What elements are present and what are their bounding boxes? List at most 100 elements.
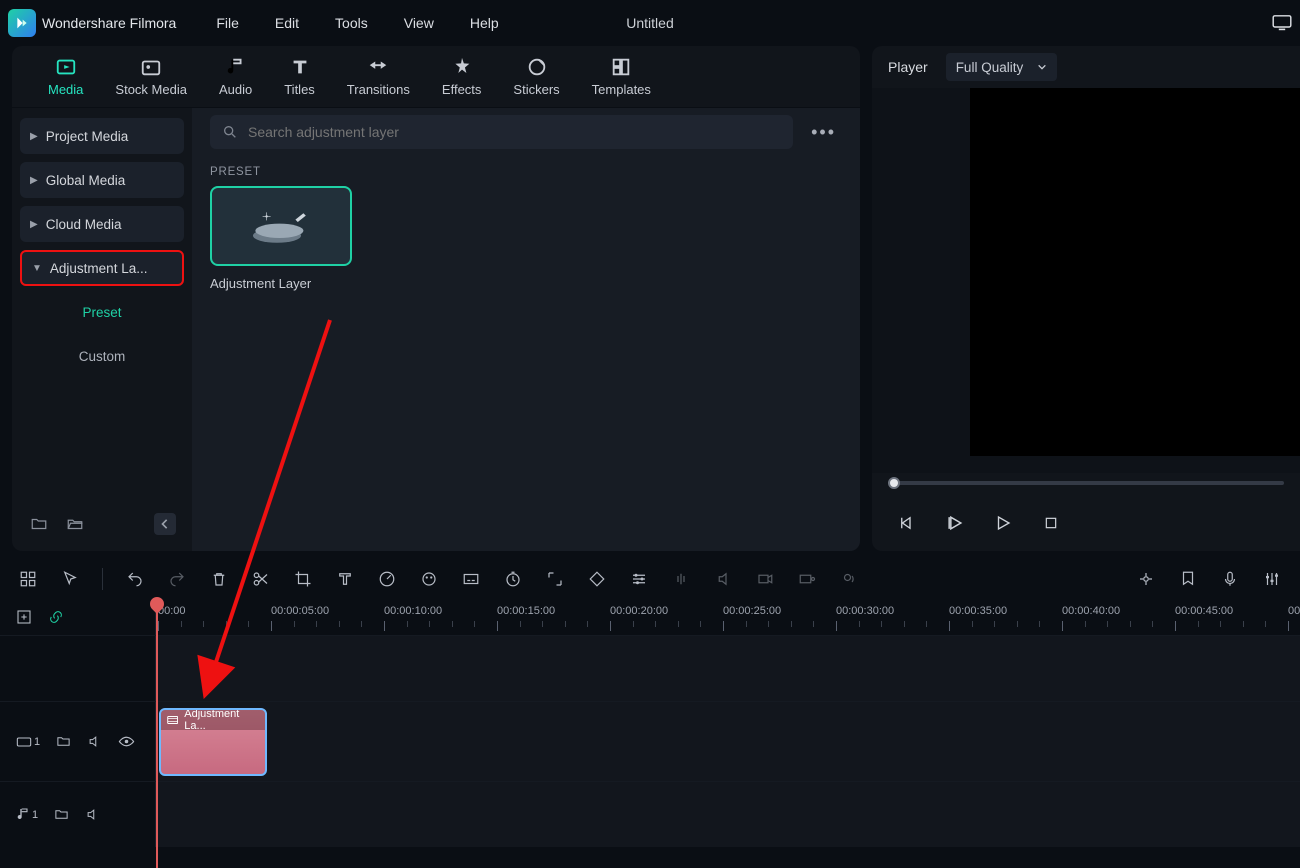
scrubber-head[interactable] [888,477,900,489]
sidebar-item-custom[interactable]: Custom [20,338,184,374]
quality-value: Full Quality [956,60,1024,75]
menu-view[interactable]: View [404,15,434,31]
audio-track-head: 1 [0,782,156,847]
timeline-track-audio[interactable]: 1 [0,781,1300,847]
sidebar-global-label: Global Media [46,173,126,188]
tab-effects[interactable]: Effects [428,56,496,97]
audio-wave-icon[interactable] [671,569,691,589]
sidebar-custom-label: Custom [79,349,126,364]
collapse-sidebar-button[interactable] [154,513,176,535]
tab-media-label: Media [48,82,83,97]
sidebar-project-label: Project Media [46,129,129,144]
playhead[interactable] [156,599,158,868]
ruler-tick: 00:00:25:00 [723,605,781,617]
sidebar-item-preset[interactable]: Preset [20,294,184,330]
more-options-icon[interactable]: ••• [805,122,842,143]
stop-button[interactable] [1040,512,1062,534]
delete-icon[interactable] [209,569,229,589]
mic-icon[interactable] [1220,569,1240,589]
pointer-tool-icon[interactable] [60,569,80,589]
ruler-tick: 00:00:5 [1288,605,1300,617]
sidebar-item-adjustment-layer[interactable]: ▼Adjustment La... [20,250,184,286]
preset-thumbnail[interactable] [210,186,352,266]
track-folder-icon[interactable] [56,734,71,749]
keyframe-icon[interactable] [587,569,607,589]
audio-mute-icon[interactable] [85,807,100,822]
step-back-button[interactable] [896,512,918,534]
search-box[interactable] [210,115,793,149]
display-toggle-icon[interactable] [1272,15,1292,31]
marker-icon[interactable] [1178,569,1198,589]
app-logo [8,9,36,37]
timeline-header-controls [0,599,156,635]
tab-stickers[interactable]: Stickers [499,56,573,97]
audio-folder-icon[interactable] [54,807,69,822]
detach-audio-icon[interactable] [713,569,733,589]
expand-icon[interactable] [545,569,565,589]
player-scrubber[interactable] [872,473,1300,495]
tab-stock-label: Stock Media [115,82,187,97]
crop-icon[interactable] [293,569,313,589]
timer-icon[interactable] [503,569,523,589]
undo-icon[interactable] [125,569,145,589]
color-icon[interactable] [419,569,439,589]
link-icon[interactable] [48,609,64,625]
timeline-clip-adjustment-layer[interactable]: Adjustment La... [159,708,267,776]
sidebar-item-project-media[interactable]: ▶Project Media [20,118,184,154]
new-folder-icon[interactable] [28,513,50,535]
document-title: Untitled [626,15,673,31]
menu-file[interactable]: File [216,15,239,31]
add-track-icon[interactable] [16,609,32,625]
audio-track-icon: 1 [16,807,38,823]
chevron-down-icon [1037,62,1047,72]
adjust-icon[interactable] [629,569,649,589]
voiceover-icon[interactable] [839,569,859,589]
mix-icon[interactable] [1136,569,1156,589]
player-controls [872,495,1300,551]
tab-media[interactable]: Media [34,56,97,97]
grid-icon[interactable] [18,569,38,589]
preset-card-adjustment-layer[interactable]: Adjustment Layer [210,186,352,291]
tab-transitions[interactable]: Transitions [333,56,424,97]
tab-audio-label: Audio [219,82,252,97]
speed-icon[interactable] [377,569,397,589]
preset-card-label: Adjustment Layer [210,266,352,291]
redo-icon[interactable] [167,569,187,589]
menu-bar: File Edit Tools View Help [216,15,498,31]
tab-stock-media[interactable]: Stock Media [101,56,201,97]
sidebar-item-cloud-media[interactable]: ▶Cloud Media [20,206,184,242]
tab-templates[interactable]: Templates [578,56,665,97]
sidebar-preset-label: Preset [82,305,121,320]
sidebar-item-global-media[interactable]: ▶Global Media [20,162,184,198]
split-icon[interactable] [251,569,271,589]
render-icon[interactable] [755,569,775,589]
search-input[interactable] [248,124,781,140]
quality-dropdown[interactable]: Full Quality [946,53,1058,81]
open-folder-icon[interactable] [64,513,86,535]
record-icon[interactable] [797,569,817,589]
ruler-tick: 00:00:15:00 [497,605,555,617]
clip-label: Adjustment La... [184,708,259,732]
tab-titles-label: Titles [284,82,315,97]
timeline-track-video[interactable]: 1 Adjustment La... [0,701,1300,781]
tab-audio[interactable]: Audio [205,56,266,97]
search-icon [222,124,238,140]
track-visibility-icon[interactable] [118,734,135,749]
timeline-toolbar [0,559,1300,599]
tab-titles[interactable]: Titles [270,56,329,97]
menu-edit[interactable]: Edit [275,15,299,31]
text-icon[interactable] [335,569,355,589]
track-mute-icon[interactable] [87,734,102,749]
library-tabs: Media Stock Media Audio Titles Transitio… [12,46,860,108]
menu-tools[interactable]: Tools [335,15,368,31]
audio-track-index: 1 [32,809,38,821]
play-button[interactable] [992,512,1014,534]
timeline-ruler[interactable]: 00:0000:00:05:0000:00:10:0000:00:15:0000… [156,599,1300,635]
mixer-icon[interactable] [1262,569,1282,589]
ruler-tick: 00:00:20:00 [610,605,668,617]
tab-templates-label: Templates [592,82,651,97]
menu-help[interactable]: Help [470,15,499,31]
play-pause-button[interactable] [944,512,966,534]
caption-icon[interactable] [461,569,481,589]
preview-viewport[interactable] [872,88,1300,473]
